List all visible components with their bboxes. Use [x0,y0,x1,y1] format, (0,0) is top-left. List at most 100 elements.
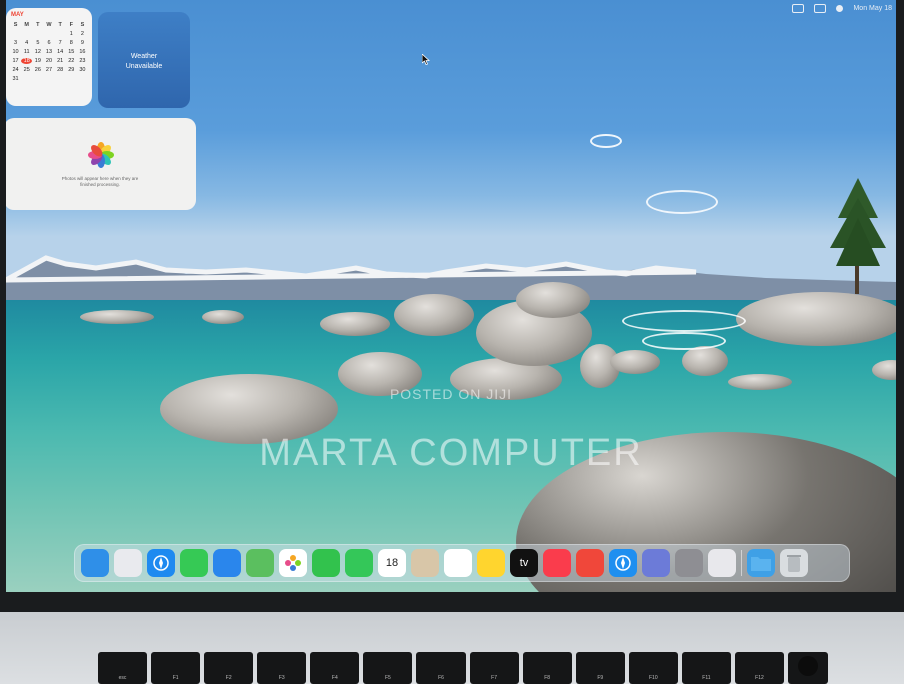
boulder [160,374,338,444]
key-f4[interactable]: F4 [310,652,360,684]
calendar-day[interactable]: 5 [32,40,43,46]
calendar-weekday: F [69,22,73,28]
preview-icon[interactable] [708,549,736,577]
calendar-widget[interactable]: MAY S M T W T F S 1 2 3 4 5 6 7 8 9 10 11 12 13 14 15 16 17 18 19… [6,8,92,106]
calendar-month: MAY [11,12,24,18]
key-f9[interactable]: F9 [575,652,625,684]
iphone-mirroring-icon[interactable] [642,549,670,577]
key-f12[interactable]: F12 [734,652,785,684]
battery-icon[interactable] [814,3,827,13]
boulder [610,350,660,374]
key-f5[interactable]: F5 [363,652,413,684]
calendar-icon[interactable]: 18 [378,549,406,577]
calendar-day[interactable]: 18 [21,58,33,64]
calendar-day[interactable]: 1 [66,31,77,37]
calendar-day[interactable]: 8 [66,40,77,46]
calendar-day[interactable]: 16 [77,49,88,55]
mail-icon[interactable] [213,549,241,577]
apple-tv-icon[interactable]: tv [510,549,538,577]
calendar-day[interactable]: 29 [66,67,77,73]
music-icon[interactable] [543,549,571,577]
calendar-day [32,76,43,82]
key-f6[interactable]: F6 [416,652,466,684]
key-f10[interactable]: F10 [628,652,678,684]
calendar-day [43,76,54,82]
key-f1[interactable]: F1 [151,652,201,684]
key-f11[interactable]: F11 [681,652,731,684]
menubar-datetime[interactable]: Mon May 18 [853,5,892,12]
calendar-day[interactable]: 10 [10,49,21,55]
calendar-day[interactable]: 20 [43,58,54,64]
calendar-weekday: M [24,22,29,28]
system-settings-icon[interactable] [675,549,703,577]
finder-icon[interactable] [81,549,109,577]
key-f3[interactable]: F3 [257,652,307,684]
calendar-day[interactable]: 31 [10,76,21,82]
calendar-day[interactable]: 14 [55,49,66,55]
calendar-day[interactable]: 21 [55,58,66,64]
launchpad-icon[interactable] [114,549,142,577]
photos-widget[interactable]: Photos will appear here when they are fi… [6,118,196,210]
control-center-icon[interactable] [836,4,844,12]
calendar-day[interactable]: 11 [21,49,32,55]
light-reflection [642,332,726,350]
contacts-icon[interactable] [411,549,439,577]
messages-icon[interactable] [180,549,208,577]
photos-message-line: finished processing. [80,182,120,187]
calendar-day[interactable]: 17 [10,58,21,64]
touch-id-key[interactable] [788,652,829,684]
calendar-day[interactable]: 6 [43,40,54,46]
calendar-day[interactable]: 25 [21,67,32,73]
calendar-day[interactable]: 2 [77,31,88,37]
dock-separator [741,550,742,576]
app-store-icon[interactable] [609,549,637,577]
wifi-icon[interactable] [792,3,805,13]
calendar-day[interactable]: 13 [43,49,54,55]
calendar-weekday: T [36,22,40,28]
calendar-day [32,31,43,37]
calendar-day[interactable]: 27 [43,67,54,73]
calendar-day[interactable]: 7 [55,40,66,46]
calendar-day[interactable]: 24 [10,67,21,73]
calendar-weekday: T [58,22,62,28]
menu-bar: Mon May 18 [792,0,896,16]
phone-icon[interactable] [345,549,373,577]
calendar-day[interactable]: 23 [77,58,88,64]
desktop-screen: Mon May 18 MAY S M T W T F S 1 2 3 4 5 6 7 8 9 10 11 12 13 1… [6,0,896,592]
calendar-day[interactable]: 3 [10,40,21,46]
calendar-day[interactable]: 9 [77,40,88,46]
calendar-day[interactable]: 22 [66,58,77,64]
calendar-day[interactable]: 28 [55,67,66,73]
calendar-day[interactable]: 26 [32,67,43,73]
key-f7[interactable]: F7 [469,652,519,684]
boulder [516,282,590,318]
key-f2[interactable]: F2 [204,652,254,684]
trash-icon[interactable] [780,549,808,577]
notes-icon[interactable] [477,549,505,577]
downloads-folder-icon[interactable] [747,549,775,577]
facetime-icon[interactable] [312,549,340,577]
key-f8[interactable]: F8 [522,652,572,684]
boulder [682,346,728,376]
calendar-day [55,76,66,82]
rocket-icon[interactable] [576,549,604,577]
key-esc[interactable]: esc [98,652,148,684]
boulder [320,312,390,336]
weather-title: Weather [130,53,158,60]
maps-icon[interactable] [246,549,274,577]
boulder [728,374,792,390]
calendar-day[interactable]: 4 [21,40,32,46]
photos-message: Photos will appear here when they are fi… [34,176,166,188]
calendar-day[interactable]: 12 [32,49,43,55]
reminders-icon[interactable] [444,549,472,577]
calendar-day [21,31,32,37]
boulder [394,294,474,336]
calendar-day[interactable]: 19 [32,58,43,64]
weather-status: Unavailable [125,63,163,70]
calendar-day [21,76,32,82]
photos-icon[interactable] [279,549,307,577]
calendar-day[interactable]: 15 [66,49,77,55]
calendar-day[interactable]: 30 [77,67,88,73]
safari-icon[interactable] [147,549,175,577]
weather-widget[interactable]: Weather Unavailable [98,12,190,108]
